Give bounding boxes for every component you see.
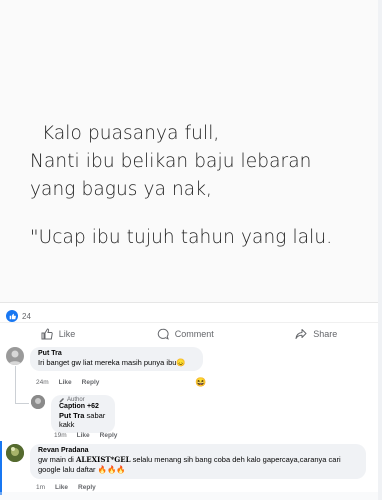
laugh-reaction-icon[interactable]: 😆 (195, 377, 206, 388)
comment-time[interactable]: 1m (36, 484, 45, 491)
avatar[interactable] (6, 347, 24, 365)
comment-bubble[interactable]: Revan Pradana gw main di ALEXIST*GEL sel… (30, 444, 366, 479)
mentioned-user[interactable]: Put Tra (59, 411, 84, 420)
comment-meta: 1m Like Reply (36, 484, 96, 491)
post-actions-bar: Like Comment Share (0, 322, 378, 345)
like-icon (6, 310, 18, 322)
thumbs-up-icon (41, 328, 53, 340)
thread-line-curve (15, 403, 29, 404)
highlight-bar (0, 441, 2, 495)
comment-button[interactable]: Comment (157, 328, 214, 340)
quote-line-2: Nanti ibu belikan baju lebaran (30, 151, 312, 172)
reaction-count: 24 (22, 311, 31, 321)
comment-item: Put Tra Iri banget gw liat mereka masih … (6, 347, 203, 371)
comment-reply-button[interactable]: Reply (82, 379, 100, 386)
like-button[interactable]: Like (41, 328, 76, 340)
post-image[interactable]: Kalo puasanya full, Nanti ibu belikan ba… (0, 0, 382, 303)
reply-like-button[interactable]: Like (77, 432, 90, 439)
comment-time[interactable]: 24m (36, 379, 49, 386)
comment-like-button[interactable]: Like (55, 484, 68, 491)
comment-text: gw main di ALEXIST*GEL selalu menang sih… (38, 455, 358, 475)
comment-meta: 24m Like Reply (36, 379, 99, 386)
quote-line-3: yang bagus ya nak, (30, 179, 213, 200)
reply-meta: 19m Like Reply (54, 432, 117, 439)
comment-text-pre: gw main di (38, 455, 76, 464)
comment-label: Comment (174, 329, 214, 339)
thread-line (15, 366, 16, 404)
author-avatar[interactable] (31, 395, 45, 409)
quote-line-1: Kalo puasanya full, (30, 123, 220, 144)
comment-text-bold: ALEXIST*GEL (75, 455, 131, 464)
share-label: Share (313, 329, 338, 339)
reply-item: Author Caption +62 Put Tra sabar kakk (31, 395, 115, 433)
comment-icon (157, 328, 169, 340)
avatar[interactable] (6, 444, 24, 462)
comment-text: Iri banget gw liat mereka masih punya ib… (38, 358, 186, 367)
next-comment-edge (0, 492, 382, 500)
commenter-name[interactable]: Put Tra (38, 350, 195, 357)
comment-like-button[interactable]: Like (59, 379, 72, 386)
reply-text: Put Tra sabar kakk (59, 411, 107, 429)
comment-bubble[interactable]: Put Tra Iri banget gw liat mereka masih … (30, 347, 203, 371)
reaction-summary[interactable]: 24 (6, 310, 31, 322)
like-label: Like (58, 329, 76, 339)
quote-gap (30, 204, 370, 224)
quote-line-4: "Ucap ibu tujuh tahun yang lalu. (30, 227, 333, 248)
reply-reply-button[interactable]: Reply (100, 432, 118, 439)
comment-reply-button[interactable]: Reply (78, 484, 96, 491)
share-button[interactable]: Share (295, 328, 337, 340)
quote-text: Kalo puasanya full, Nanti ibu belikan ba… (30, 120, 370, 252)
commenter-name[interactable]: Caption +62 (59, 403, 107, 410)
share-icon (295, 329, 307, 339)
scrollbar-track[interactable] (378, 0, 382, 500)
commenter-name[interactable]: Revan Pradana (38, 447, 358, 454)
reply-bubble[interactable]: Author Caption +62 Put Tra sabar kakk (51, 395, 115, 433)
reply-time[interactable]: 19m (54, 432, 67, 439)
comment-item: Revan Pradana gw main di ALEXIST*GEL sel… (6, 444, 366, 479)
